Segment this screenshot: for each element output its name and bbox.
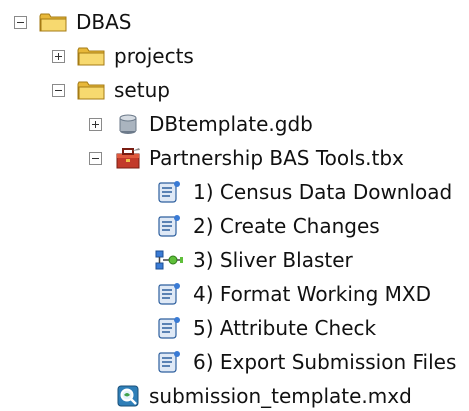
tree-node-toolbox[interactable]: Partnership BAS Tools.tbx bbox=[0, 143, 440, 173]
tool-item-label: 1) Census Data Download bbox=[193, 180, 453, 204]
folder-icon bbox=[77, 47, 105, 66]
tree-node-label: submission_template.mxd bbox=[149, 384, 412, 408]
tool-item-label: 5) Attribute Check bbox=[193, 316, 377, 340]
collapse-icon[interactable] bbox=[14, 16, 27, 29]
tree-node-mxd[interactable]: submission_template.mxd bbox=[0, 381, 469, 411]
tree-node-setup[interactable]: setup bbox=[0, 75, 200, 105]
expand-icon[interactable] bbox=[89, 118, 102, 131]
geodatabase-icon bbox=[119, 114, 137, 134]
tree-node-projects[interactable]: projects bbox=[0, 41, 220, 71]
script-tool-icon bbox=[158, 181, 180, 203]
tree-node-dbas[interactable]: DBAS bbox=[0, 7, 160, 37]
tool-item[interactable]: 6) Export Submission Files bbox=[0, 347, 469, 377]
model-tool-icon bbox=[155, 250, 183, 270]
tree-node-label: DBAS bbox=[76, 10, 132, 34]
tool-item-label: 2) Create Changes bbox=[193, 214, 380, 238]
tool-item-label: 6) Export Submission Files bbox=[193, 350, 457, 374]
tree-node-label: DBtemplate.gdb bbox=[149, 112, 313, 136]
expand-icon[interactable] bbox=[52, 50, 65, 63]
toolbox-icon bbox=[116, 148, 140, 169]
collapse-icon[interactable] bbox=[89, 152, 102, 165]
tree-node-dbtemplate-gdb[interactable]: DBtemplate.gdb bbox=[0, 109, 340, 139]
map-document-icon bbox=[117, 385, 139, 407]
tree-node-label: projects bbox=[114, 44, 194, 68]
folder-icon bbox=[39, 13, 67, 32]
tool-item[interactable]: 1) Census Data Download bbox=[0, 177, 469, 207]
tool-item[interactable]: 4) Format Working MXD bbox=[0, 279, 469, 309]
tree-node-label: Partnership BAS Tools.tbx bbox=[149, 146, 404, 170]
tool-item-label: 3) Sliver Blaster bbox=[193, 248, 353, 272]
script-tool-icon bbox=[158, 317, 180, 339]
script-tool-icon bbox=[158, 283, 180, 305]
tool-item-label: 4) Format Working MXD bbox=[193, 282, 432, 306]
tree-node-label: setup bbox=[114, 78, 170, 102]
script-tool-icon bbox=[158, 215, 180, 237]
tool-item[interactable]: 5) Attribute Check bbox=[0, 313, 469, 343]
tool-item[interactable]: 2) Create Changes bbox=[0, 211, 469, 241]
tool-item[interactable]: 3) Sliver Blaster bbox=[0, 245, 469, 275]
folder-icon bbox=[77, 81, 105, 100]
script-tool-icon bbox=[158, 351, 180, 373]
collapse-icon[interactable] bbox=[52, 84, 65, 97]
